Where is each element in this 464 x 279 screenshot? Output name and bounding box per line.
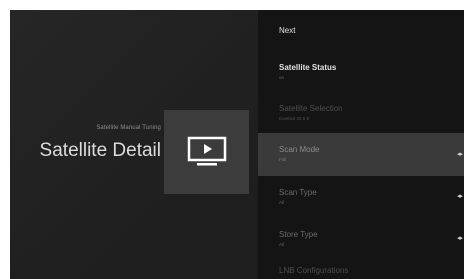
left-right-arrows-icon[interactable]: ◂▸ <box>457 234 463 242</box>
menu-item-satellite-selection[interactable]: Satellite Selection Eutelsat 28.5 E <box>258 94 464 134</box>
menu-item-scan-type[interactable]: Scan Type All ◂▸ <box>258 178 464 218</box>
settings-panel: Next Satellite Status on Satellite Selec… <box>258 10 464 279</box>
menu-item-label: Satellite Status <box>279 63 337 72</box>
menu-item-label: Satellite Selection <box>279 104 343 113</box>
menu-item-value: Full <box>279 157 287 162</box>
menu-item-value: on <box>279 75 285 80</box>
menu-item-value: Eutelsat 28.5 E <box>279 116 310 121</box>
menu-item-label: Scan Type <box>279 188 317 197</box>
menu-item-scan-mode[interactable]: Scan Mode Full ◂▸ <box>258 133 464 176</box>
page-title: Satellite Detail <box>39 140 161 161</box>
satellite-card <box>164 110 249 194</box>
left-pane: Satellite Manual Tuning Satellite Detail <box>10 10 258 279</box>
menu-item-next[interactable]: Next <box>258 10 464 50</box>
left-right-arrows-icon[interactable]: ◂▸ <box>457 150 463 158</box>
page-overline: Satellite Manual Tuning <box>96 125 161 131</box>
menu-item-store-type[interactable]: Store Type All ◂▸ <box>258 220 464 260</box>
menu-item-lnb-configurations[interactable]: LNB Configurations <box>258 262 464 279</box>
menu-item-label: Next <box>279 26 296 35</box>
menu-item-value: All <box>279 200 285 205</box>
tv-screen: Satellite Manual Tuning Satellite Detail… <box>10 10 464 279</box>
tv-play-icon <box>187 136 226 166</box>
menu-item-label: Scan Mode <box>279 145 320 154</box>
menu-item-satellite-status[interactable]: Satellite Status on <box>258 52 464 92</box>
menu-item-value: All <box>279 242 285 247</box>
menu-item-label: LNB Configurations <box>279 266 349 275</box>
left-right-arrows-icon[interactable]: ◂▸ <box>457 192 463 200</box>
menu-item-label: Store Type <box>279 230 318 239</box>
